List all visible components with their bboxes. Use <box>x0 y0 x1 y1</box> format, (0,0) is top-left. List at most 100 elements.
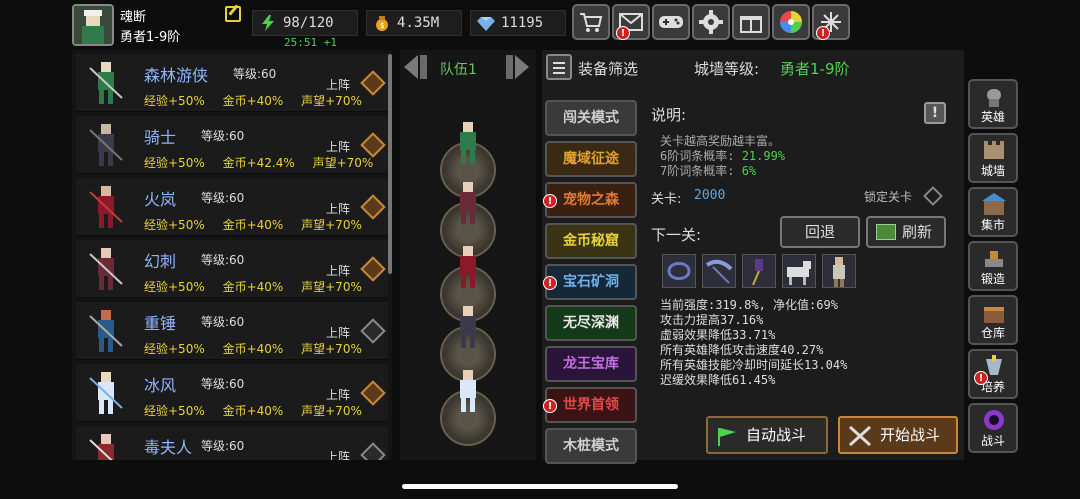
hero-row[interactable]: 冰风 等级:60 经验+50% 金币+40% 声望+70% 上阵 <box>76 364 388 422</box>
mode-button[interactable]: 闯关模式 <box>545 100 637 136</box>
hero-level-label: 等级: <box>201 129 230 143</box>
hero-level-value: 60 <box>229 315 245 329</box>
deploy-toggle[interactable] <box>360 442 386 460</box>
hero-sprite <box>89 372 123 414</box>
deploy-label: 上阵 <box>326 388 351 402</box>
hero-list-scrollbar[interactable] <box>388 54 392 274</box>
hero-level-label: 等级: <box>201 253 230 267</box>
hero-name: 幻刺 <box>144 252 177 271</box>
hero-gold-bonus: 金币+42.4% <box>222 156 295 170</box>
enemy-portrait[interactable] <box>662 254 696 288</box>
start-battle-button[interactable]: 开始战斗 <box>838 416 958 454</box>
mail-button[interactable]: ! <box>612 4 650 40</box>
settings-button[interactable] <box>692 4 730 40</box>
hero-sprite <box>89 434 114 460</box>
nav-button[interactable]: 仓库 <box>968 295 1018 345</box>
nav-button[interactable]: 城墙 <box>968 133 1018 183</box>
mode-button[interactable]: 宠物之森! <box>543 182 637 218</box>
event-button[interactable]: ! <box>812 4 850 40</box>
enemy-portrait[interactable] <box>702 254 736 288</box>
team-label: 队伍1 <box>440 62 477 78</box>
gamepad-button[interactable] <box>652 4 690 40</box>
enemy-portrait[interactable] <box>742 254 776 288</box>
hero-row[interactable]: 毒夫人 等级:60 上阵 <box>76 426 388 460</box>
back-button[interactable]: 回退 <box>780 216 860 248</box>
hero-name: 火岚 <box>144 190 177 209</box>
deploy-label: 上阵 <box>326 78 351 92</box>
svg-text:$: $ <box>380 21 385 30</box>
enemy-portrait[interactable] <box>782 254 816 288</box>
effect-line: 虚弱效果降低33.71% <box>660 328 776 342</box>
home-indicator[interactable] <box>402 484 678 489</box>
hero-level: 等级:60 <box>201 127 244 144</box>
deploy-label: 上阵 <box>326 450 351 460</box>
team-next-arrow-icon[interactable] <box>503 52 533 82</box>
mode-label: 宝石矿洞 <box>563 274 619 290</box>
lock-stage-label: 锁定关卡 <box>864 190 913 204</box>
mode-button[interactable]: 无尽深渊 <box>545 305 637 341</box>
mode-button[interactable]: 宝石矿洞! <box>543 264 637 300</box>
hero-stats: 经验+50% 金币+40% 声望+70% <box>144 216 376 233</box>
effect-line: 所有英雄技能冷却时间延长13.04% <box>660 358 848 372</box>
nav-icon <box>985 251 1003 267</box>
auto-battle-button[interactable]: 自动战斗 <box>706 416 828 454</box>
mode-button[interactable]: 魔域征途 <box>545 141 637 177</box>
event-alert-icon: ! <box>816 26 830 40</box>
filter-label[interactable]: 装备筛选 <box>578 58 638 79</box>
hero-row[interactable]: 森林游侠 等级:60 经验+50% 金币+40% 声望+70% 上阵 <box>76 54 388 112</box>
gift-icon <box>740 16 762 33</box>
hero-level-label: 等级: <box>201 439 230 453</box>
nav-button[interactable]: 集市 <box>968 187 1018 237</box>
nav-label: 城墙 <box>980 164 1005 178</box>
nav-icon <box>984 410 1004 430</box>
hero-fame-bonus: 声望+70% <box>301 94 362 108</box>
hero-stats: 经验+50% 金币+40% 声望+70% <box>144 92 376 109</box>
hero-list[interactable]: 森林游侠 等级:60 经验+50% 金币+40% 声望+70% 上阵 骑士 等级… <box>72 50 392 460</box>
filter-button[interactable] <box>546 54 572 80</box>
help-icon[interactable]: ! <box>924 102 946 124</box>
deploy-label: 上阵 <box>326 202 351 216</box>
hero-row[interactable]: 骑士 等级:60 经验+50% 金币+42.4% 声望+70% 上阵 <box>76 116 388 174</box>
gems-counter: 11195 <box>470 10 566 36</box>
mode-button[interactable]: 龙王宝库 <box>545 346 637 382</box>
hero-level: 等级:60 <box>201 375 244 392</box>
hero-exp-bonus: 经验+50% <box>144 404 205 418</box>
enemy-portrait[interactable] <box>822 254 856 288</box>
hero-level-label: 等级: <box>233 67 262 81</box>
nav-button[interactable]: 培养! <box>968 349 1018 399</box>
hero-gold-bonus: 金币+40% <box>222 280 284 294</box>
hero-row[interactable]: 重锤 等级:60 经验+50% 金币+40% 声望+70% 上阵 <box>76 302 388 360</box>
auto-battle-label: 自动战斗 <box>746 426 807 444</box>
mode-button[interactable]: 世界首领! <box>543 387 637 423</box>
player-avatar[interactable] <box>72 4 114 46</box>
mode-label: 宠物之森 <box>563 192 619 208</box>
mode-button[interactable]: 木桩模式 <box>545 428 637 464</box>
hero-level-value: 60 <box>229 129 245 143</box>
hero-sprite <box>89 310 123 352</box>
nav-button[interactable]: 锻造 <box>968 241 1018 291</box>
hero-row[interactable]: 幻刺 等级:60 经验+50% 金币+40% 声望+70% 上阵 <box>76 240 388 298</box>
hero-name: 冰风 <box>144 376 177 395</box>
gift-button[interactable] <box>732 4 770 40</box>
energy-value: 98/120 <box>283 15 334 31</box>
hero-sprite <box>89 186 123 228</box>
hero-level: 等级:60 <box>201 251 244 268</box>
team-prev-arrow-icon[interactable] <box>400 52 430 82</box>
nav-button[interactable]: 英雄 <box>968 79 1018 129</box>
hero-row[interactable]: 火岚 等级:60 经验+50% 金币+40% 声望+70% 上阵 <box>76 178 388 236</box>
spin-wheel-button[interactable] <box>772 4 810 40</box>
team-hero-sprite <box>460 370 476 412</box>
mode-label: 无尽深渊 <box>563 315 619 331</box>
hero-fame-bonus: 声望+70% <box>301 218 362 232</box>
hero-level: 等级:60 <box>201 313 244 330</box>
mode-button[interactable]: 金币秘窟 <box>545 223 637 259</box>
shop-cart-button[interactable] <box>572 4 610 40</box>
deploy-label: 上阵 <box>326 264 351 278</box>
color-wheel-icon <box>780 11 802 33</box>
nav-button[interactable]: 战斗 <box>968 403 1018 453</box>
player-rank: 勇者1-9阶 <box>120 30 181 45</box>
edit-icon[interactable] <box>225 6 241 22</box>
hero-gold-bonus: 金币+40% <box>222 342 284 356</box>
next-stage-label: 下一关: <box>651 226 702 244</box>
refresh-button[interactable]: 刷新 <box>866 216 946 248</box>
